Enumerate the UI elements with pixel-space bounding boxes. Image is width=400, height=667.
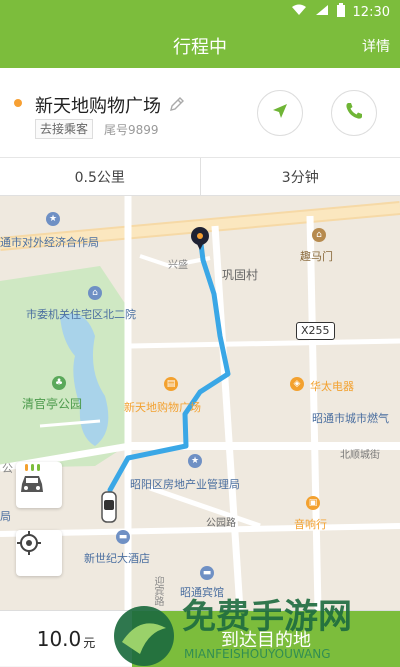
electric-shop-poi-icon: ◈ (290, 377, 304, 391)
title-bar: 行程中 详情 (0, 24, 400, 68)
traffic-toggle-button[interactable] (16, 462, 62, 508)
page-title: 行程中 (173, 33, 227, 59)
pickup-tag: 去接乘客 (35, 119, 93, 139)
landmark-poi-icon: ⌂ (312, 228, 326, 242)
map-label-gonggu-village: 巩固村 (222, 266, 258, 283)
map-label-huatai-electric: 华太电器 (310, 378, 354, 394)
audio-shop-poi-icon: ▣ (306, 496, 320, 510)
tail-number: 尾号9899 (104, 121, 159, 138)
trip-card: 新天地购物广场 去接乘客 尾号9899 (0, 68, 400, 158)
detail-link[interactable]: 详情 (362, 36, 390, 56)
destination-name: 新天地购物广场 (35, 92, 161, 118)
time-remaining: 3分钟 (200, 158, 400, 195)
bureau-poi-icon: ★ (188, 454, 202, 468)
trip-metrics: 0.5公里 3分钟 (0, 158, 400, 196)
map-label-gongyuan-road: 公园路 (206, 514, 236, 529)
fare-display: 10.0 元 (0, 611, 132, 667)
map-label-xingsheng: 兴盛 (168, 256, 188, 271)
edit-pencil-icon[interactable] (169, 96, 185, 116)
map-label-beiguan-road: 北顺城街 (340, 446, 380, 461)
fare-value: 10.0 (37, 627, 82, 651)
map-label-zhaotong-hotel: 昭通宾馆 (180, 584, 224, 600)
park-poi-icon: ♣ (52, 376, 66, 390)
government-poi-icon: ★ (46, 212, 60, 226)
call-button[interactable] (331, 90, 377, 136)
arrive-destination-button[interactable]: 到达目的地 (132, 611, 400, 667)
map-label-zhaotong-city: 昭通市城市燃气 (312, 410, 389, 426)
wifi-icon (291, 4, 307, 20)
housing-poi-icon: ⌂ (88, 286, 102, 300)
map-label-quma-gate: 趣马门 (300, 248, 333, 264)
bottom-bar: 10.0 元 到达目的地 (0, 610, 400, 666)
fare-unit: 元 (83, 634, 95, 651)
map-label-qingguanting-park: 清官亭公园 (22, 395, 82, 412)
guesthouse-poi-icon: ▬ (200, 566, 214, 580)
signal-icon (315, 4, 329, 20)
map-label-ju: 局 (0, 508, 11, 524)
battery-icon (337, 3, 345, 21)
map-label-gong-road: 公 (2, 460, 13, 476)
navigate-button[interactable] (257, 90, 303, 136)
destination-dot-icon (14, 99, 22, 107)
map-label-new-century-hotel: 新世纪大酒店 (84, 550, 150, 566)
shopping-poi-icon: ▤ (164, 377, 178, 391)
map-label-yingbin-road: 迎宾路 (150, 576, 165, 606)
map-view[interactable]: 通市对外经济合作局 ★ 趣马门 ⌂ 兴盛 巩固村 市委机关住宅区北二院 ⌂ X2… (0, 196, 400, 610)
map-label-xintiandi-mall: 新天地购物广场 (124, 399, 201, 415)
map-label-housing-area: 市委机关住宅区北二院 (26, 306, 136, 322)
map-label-yinxiang-street: 音响行 (294, 516, 327, 532)
map-label-real-estate-bureau: 昭阳区房地产业管理局 (130, 476, 240, 492)
distance-remaining: 0.5公里 (0, 158, 200, 195)
status-bar: 12:30 (0, 0, 400, 24)
locate-me-button[interactable] (16, 530, 62, 576)
navigate-arrow-icon (270, 101, 290, 125)
hotel-poi-icon: ▬ (116, 530, 130, 544)
map-label-economic-bureau: 通市对外经济合作局 (0, 234, 99, 250)
phone-icon (344, 101, 364, 125)
status-time: 12:30 (353, 5, 390, 20)
road-badge-x255: X255 (296, 322, 335, 340)
